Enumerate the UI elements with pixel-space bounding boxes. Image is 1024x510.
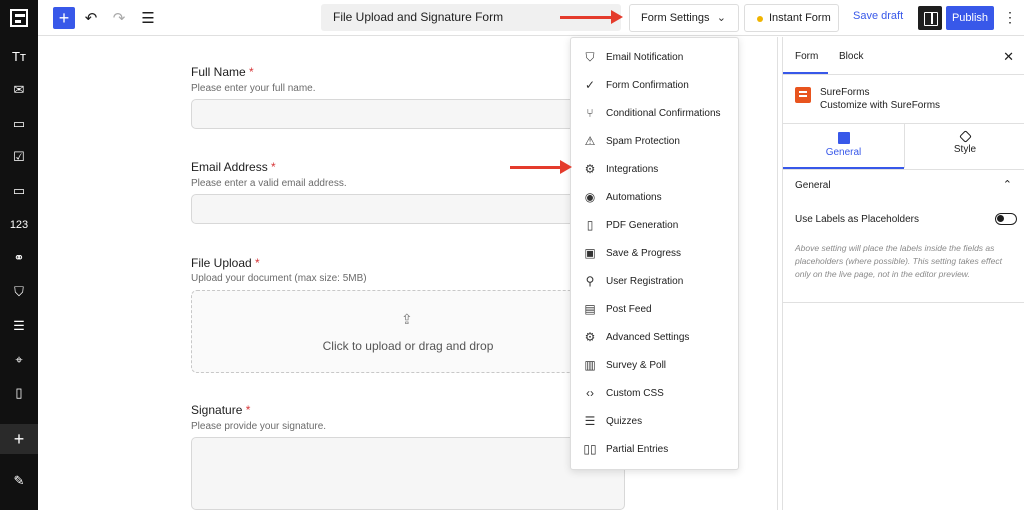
- number-icon[interactable]: 123: [0, 210, 38, 240]
- link-icon[interactable]: ⚭: [0, 243, 38, 273]
- textarea-icon[interactable]: ▭: [0, 109, 38, 139]
- divider: [783, 74, 1024, 75]
- menu-item-custom-css[interactable]: ‹› Custom CSS: [571, 379, 738, 407]
- automation-icon: ◉: [584, 190, 596, 204]
- phone-icon[interactable]: ▯: [0, 378, 38, 408]
- settings-panel-toggle-icon[interactable]: [918, 6, 942, 30]
- full-name-label: Full Name *: [191, 65, 254, 79]
- subtab-general[interactable]: General: [783, 124, 904, 168]
- close-icon[interactable]: ✕: [1003, 49, 1014, 65]
- status-dot-icon: [757, 16, 763, 22]
- email-help: Please enter a valid email address.: [191, 178, 347, 189]
- brand-name: SureForms: [820, 87, 870, 98]
- branch-icon: ⑂: [586, 106, 594, 120]
- menu-item-integrations[interactable]: ⚙ Integrations: [571, 155, 738, 183]
- menu-item-advanced-settings[interactable]: ⚙ Advanced Settings: [571, 323, 738, 351]
- menu-item-spam-protection[interactable]: ⚠ Spam Protection: [571, 127, 738, 155]
- annotation-arrow-integrations: [510, 160, 572, 174]
- brand-subtitle: Customize with SureForms: [820, 100, 941, 111]
- user-plus-icon: ⚲: [585, 274, 595, 288]
- chevron-up-icon[interactable]: ⌃: [1003, 178, 1012, 191]
- logo-mark-icon: [10, 9, 28, 27]
- email-label: Email Address *: [191, 160, 276, 174]
- signature-pad[interactable]: [191, 437, 625, 510]
- redo-icon[interactable]: ↷: [108, 7, 130, 29]
- file-upload-help: Upload your document (max size: 5MB): [191, 273, 367, 284]
- section-title-general[interactable]: General: [795, 180, 831, 191]
- tab-form[interactable]: Form: [795, 51, 818, 62]
- sureforms-brand-icon: [795, 87, 811, 103]
- file-upload-dropzone[interactable]: ⇪ Click to upload or drag and drop: [191, 290, 625, 373]
- pen-icon[interactable]: ✎: [0, 466, 38, 496]
- menu-item-email-notification[interactable]: ⛉ Email Notification: [571, 43, 738, 71]
- quiz-icon: ☰: [584, 414, 596, 428]
- plus-icon[interactable]: +: [0, 424, 38, 454]
- menu-item-quizzes[interactable]: ☰ Quizzes: [571, 407, 738, 435]
- menu-item-post-feed[interactable]: ▤ Post Feed: [571, 295, 738, 323]
- button-icon[interactable]: ▭: [0, 176, 38, 206]
- dropzone-text: Click to upload or drag and drop: [322, 339, 494, 353]
- checklist-icon[interactable]: ☰: [0, 311, 38, 341]
- labels-placeholder-toggle-label: Use Labels as Placeholders: [795, 214, 919, 225]
- checkbox-icon[interactable]: ☑: [0, 142, 38, 172]
- general-icon: [837, 132, 850, 144]
- chevron-down-icon: ⌄: [716, 12, 726, 24]
- check-circle-icon: ✓: [584, 78, 596, 92]
- shield-check-icon: ⛉: [585, 49, 595, 64]
- form-settings-button[interactable]: Form Settings ⌄: [629, 4, 739, 32]
- upload-icon: ⇪: [401, 311, 413, 327]
- subtab-style[interactable]: Style: [905, 124, 1024, 168]
- settings-sidebar: Form Block ✕ SureForms Customize with Su…: [782, 37, 1024, 510]
- gear-icon: ⚙: [584, 330, 596, 344]
- warning-icon: ⚠: [584, 134, 596, 148]
- instant-form-label: Instant Form: [769, 12, 831, 24]
- email-input[interactable]: [191, 194, 625, 224]
- undo-icon[interactable]: ↶: [80, 7, 102, 29]
- menu-item-partial-entries[interactable]: ▯▯ Partial Entries: [571, 435, 738, 463]
- menu-item-save-progress[interactable]: ▣ Save & Progress: [571, 239, 738, 267]
- menu-item-automations[interactable]: ◉ Automations: [571, 183, 738, 211]
- list-view-icon[interactable]: ☰: [137, 7, 159, 29]
- bar-chart-icon: ▥: [584, 358, 596, 372]
- save-icon: ▣: [584, 246, 596, 260]
- file-upload-label: File Upload *: [191, 256, 260, 270]
- menu-item-user-registration[interactable]: ⚲ User Registration: [571, 267, 738, 295]
- full-name-help: Please enter your full name.: [191, 83, 316, 94]
- divider: [783, 302, 1024, 303]
- menu-item-survey-poll[interactable]: ▥ Survey & Poll: [571, 351, 738, 379]
- labels-placeholder-toggle[interactable]: [995, 213, 1017, 225]
- toggle-help-text: Above setting will place the labels insi…: [795, 243, 1002, 279]
- menu-item-conditional-confirmations[interactable]: ⑂ Conditional Confirmations: [571, 99, 738, 127]
- paint-bucket-icon: [958, 130, 972, 143]
- sureforms-logo[interactable]: [0, 0, 38, 36]
- instant-form-button[interactable]: Instant Form: [744, 4, 839, 32]
- menu-item-form-confirmation[interactable]: ✓ Form Confirmation: [571, 71, 738, 99]
- full-name-input[interactable]: [191, 99, 625, 129]
- menu-item-pdf-generation[interactable]: ▯ PDF Generation: [571, 211, 738, 239]
- block-inserter-sidebar: Tт ✉ ▭ ☑ ▭ 123 ⚭ ⛉ ☰ ⌖ ▯ + ✎: [0, 36, 38, 510]
- top-toolbar: + ↶ ↷ ☰ File Upload and Signature Form F…: [0, 0, 1024, 36]
- annotation-arrow-form-settings: [560, 10, 623, 24]
- form-settings-dropdown: ⛉ Email Notification ✓ Form Confirmation ⑂…: [570, 37, 739, 470]
- signature-label: Signature *: [191, 403, 251, 417]
- signature-help: Please provide your signature.: [191, 421, 327, 432]
- more-options-icon[interactable]: ⋮: [1003, 9, 1017, 26]
- location-icon[interactable]: ⌖: [0, 345, 38, 375]
- shield-icon[interactable]: ⛉: [0, 277, 38, 307]
- form-settings-label: Form Settings: [641, 12, 710, 24]
- post-icon: ▤: [584, 302, 596, 316]
- add-block-button[interactable]: +: [53, 7, 75, 29]
- chip-icon: ⚙: [584, 162, 596, 176]
- publish-button[interactable]: Publish: [946, 6, 994, 30]
- save-draft-button[interactable]: Save draft: [853, 10, 903, 22]
- code-icon: ‹›: [586, 386, 594, 400]
- tab-block[interactable]: Block: [839, 51, 863, 62]
- columns-icon: ▯▯: [583, 442, 597, 456]
- divider: [783, 169, 1024, 170]
- document-icon: ▯: [586, 218, 594, 232]
- email-icon[interactable]: ✉: [0, 75, 38, 105]
- typography-icon[interactable]: Tт: [0, 41, 38, 71]
